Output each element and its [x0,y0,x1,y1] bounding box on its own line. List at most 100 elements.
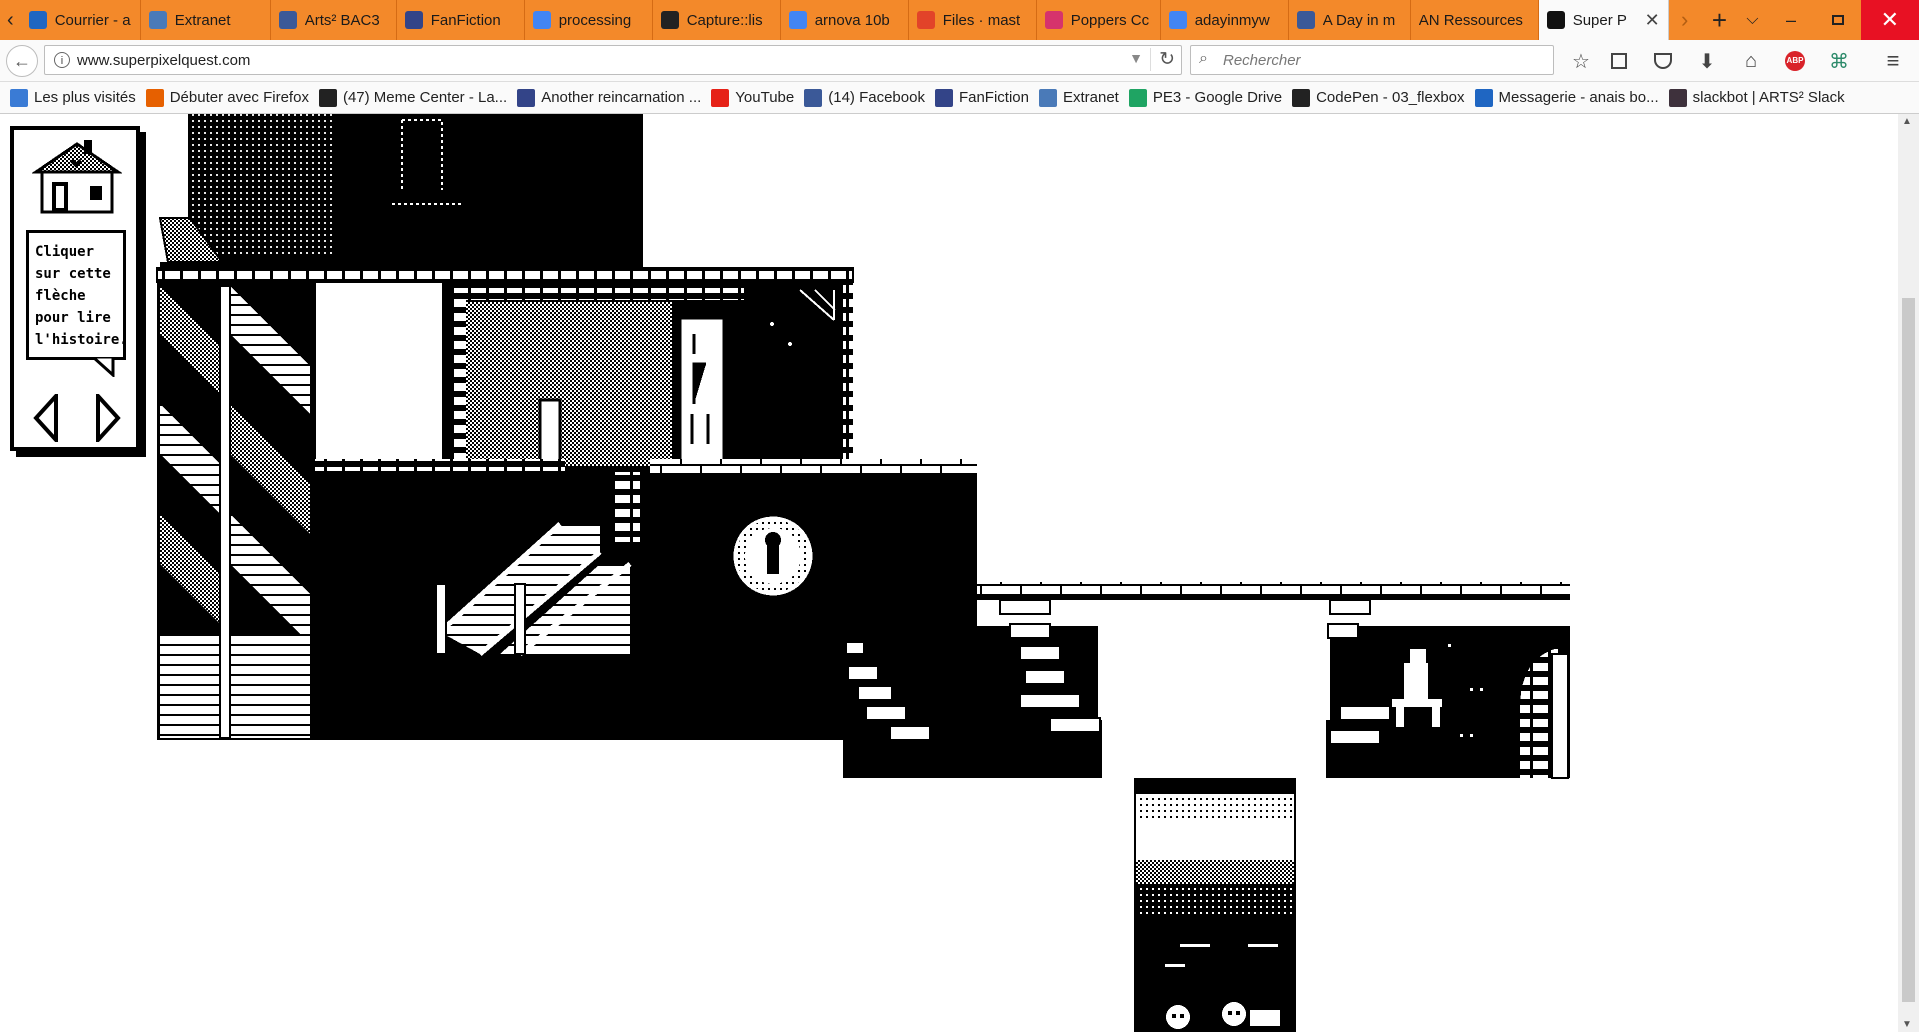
tab-label: Poppers Cc [1070,11,1150,29]
bookmark-label: CodePen - 03_flexbox [1316,89,1465,106]
tab-label: Arts² BAC3 [304,11,380,29]
minimize-button[interactable]: – [1767,0,1816,40]
download-icon[interactable]: ⬇ [1694,48,1720,74]
bookmark-label: Les plus visités [34,89,136,106]
bookmark-label: slackbot | ARTS² Slack [1692,89,1845,106]
facebook-icon [1296,11,1315,29]
fanfiction-icon [934,88,953,107]
scroll-up-arrow[interactable]: ▲ [1902,116,1912,127]
poppers-icon [1044,11,1063,29]
bookmarks-toolbar: Les plus visités Débuter avec Firefox (47)… [0,82,1919,114]
maximize-button[interactable] [1816,0,1861,40]
search-icon: ⌕ [1199,50,1208,67]
tab-label: arnova 10b [814,11,890,29]
instruction-line: flèche [35,288,86,304]
google-icon [532,11,551,29]
outlook-icon [28,11,47,29]
tab-11[interactable]: A Day in m [1289,0,1411,40]
google-icon [1168,11,1187,29]
tab-label: Courrier - a [54,11,131,29]
scrollbar-thumb[interactable] [1902,298,1915,1002]
bookmark-item[interactable]: YouTube [711,88,795,107]
back-button[interactable]: ← [6,45,38,77]
search-bar[interactable]: ⌕ Rechercher [1190,45,1554,75]
chevron-left-icon: ‹ [7,8,14,31]
tab-7[interactable]: arnova 10b [781,0,909,40]
tab-4[interactable]: FanFiction [397,0,525,40]
tab-label: AN Ressources [1418,11,1523,29]
bookmark-item[interactable]: (47) Meme Center - La... [318,88,508,107]
bookmark-item[interactable]: Messagerie - anais bo... [1474,88,1659,107]
tab-label: Super P [1572,11,1627,29]
bookmark-item[interactable]: PE3 - Google Drive [1128,88,1283,107]
tab-label: processing [558,11,632,29]
reading-list-icon[interactable] [1606,48,1632,74]
tab-2[interactable]: Extranet [141,0,271,40]
tab-3[interactable]: Arts² BAC3 [271,0,397,40]
tab-12[interactable]: AN Ressources [1411,0,1539,40]
chevron-down-icon: ⌵ [1746,11,1759,28]
pocket-icon[interactable] [1650,48,1676,74]
bookmark-item[interactable]: CodePen - 03_flexbox [1292,88,1465,107]
address-bar[interactable]: i www.superpixelquest.com ▼ ↻ [44,45,1182,75]
tab-label: A Day in m [1322,11,1396,29]
extranet-icon [148,11,167,29]
tab-1[interactable]: Courrier - a [21,0,141,40]
most-visited-icon [10,88,28,107]
tab-label: adayinmyw [1194,11,1270,29]
facebook-icon [804,88,823,107]
adblock-icon[interactable]: ABP [1782,48,1808,74]
bookmark-item[interactable]: Another reincarnation ... [517,88,701,107]
instruction-line: sur cette [35,266,111,282]
bookmark-label: YouTube [735,89,795,106]
tab-5[interactable]: processing [525,0,653,40]
house-icon[interactable] [32,138,122,218]
tab-6[interactable]: Capture::lis [653,0,781,40]
bookmark-label: Extranet [1062,89,1119,106]
scroll-down-arrow[interactable]: ▼ [1902,1019,1912,1030]
scroll-tabs-right-button[interactable]: › [1669,0,1701,40]
search-placeholder: Rechercher [1223,52,1301,69]
bookmark-item[interactable]: Les plus visités [10,88,136,107]
bookmark-item[interactable]: Débuter avec Firefox [145,88,309,107]
extension-icon[interactable]: ⌘ [1826,48,1852,74]
bookmark-label: PE3 - Google Drive [1152,89,1283,106]
facebook-icon [278,11,297,29]
instruction-line: l'histoire. [35,332,128,348]
firefox-icon [145,88,164,107]
vertical-scrollbar[interactable]: ▲ ▼ [1898,114,1919,1032]
attic-room [158,114,643,268]
bookmark-label: Messagerie - anais bo... [1498,89,1659,106]
codepen-icon [1292,88,1311,107]
scroll-tabs-left-button[interactable]: ‹ [0,0,21,40]
tab-9[interactable]: Poppers Cc [1037,0,1161,40]
extranet-icon [1038,88,1057,107]
tab-label: Files · mast [942,11,1021,29]
previous-arrow-button[interactable] [32,394,62,442]
bookmark-item[interactable]: slackbot | ARTS² Slack [1668,88,1845,107]
tab-13[interactable]: Super P ✕ [1538,0,1669,40]
menu-icon[interactable]: ≡ [1880,48,1906,74]
pit-shaft [1134,778,1296,1032]
tab-bar: ‹ Courrier - a Extranet Arts² BAC3 FanFicti… [0,0,1919,40]
bookmark-item[interactable]: Extranet [1038,88,1119,107]
new-tab-button[interactable]: + [1701,0,1739,40]
close-tab-icon[interactable]: ✕ [1639,10,1660,31]
bookmark-item[interactable]: FanFiction [934,88,1029,107]
tab-10[interactable]: adayinmyw [1161,0,1289,40]
next-arrow-button[interactable] [92,394,122,442]
game-scene [156,114,1570,1032]
bookmark-item[interactable]: (14) Facebook [804,88,925,107]
home-icon[interactable]: ⌂ [1738,48,1764,74]
list-all-tabs-button[interactable]: ⌵ [1738,0,1766,40]
reload-icon[interactable]: ↻ [1150,48,1175,71]
close-window-button[interactable]: ✕ [1860,0,1919,40]
p-icon [660,11,679,29]
restore-icon [1832,15,1845,25]
bubble-tail [91,357,115,377]
tab-label: Capture::lis [686,11,763,29]
tab-8[interactable]: Files · mast [909,0,1037,40]
bookmark-star-icon[interactable]: ☆ [1568,48,1594,74]
bookmark-label: (47) Meme Center - La... [342,89,508,106]
url-history-dropdown-icon[interactable]: ▼ [1129,50,1143,66]
